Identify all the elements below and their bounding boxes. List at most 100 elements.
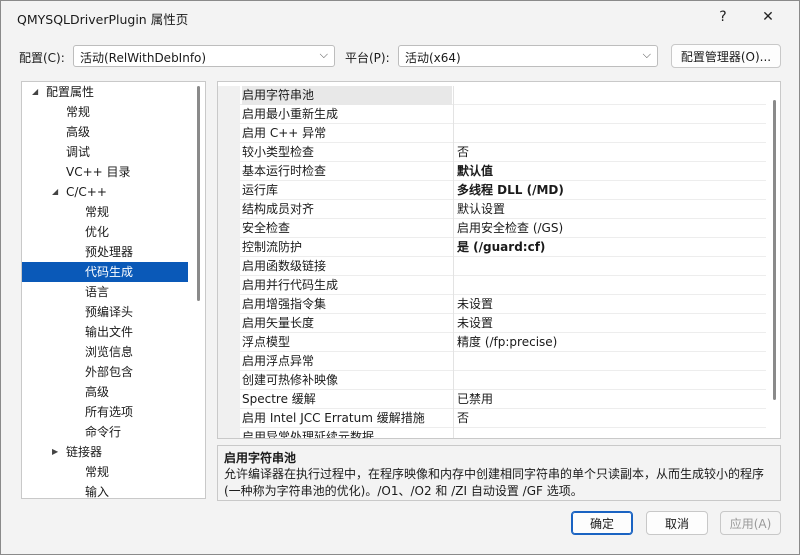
cancel-button[interactable]: 取消 bbox=[646, 511, 708, 535]
tree-item[interactable]: 高级 bbox=[22, 382, 188, 402]
property-name: 较小类型检查 bbox=[242, 145, 315, 159]
property-row[interactable]: 启用异常处理延续元数据 bbox=[218, 428, 766, 438]
tree-item[interactable]: 所有选项 bbox=[22, 402, 188, 422]
tree-item-label: 预编译头 bbox=[85, 305, 134, 319]
tree-item-label: 常规 bbox=[66, 105, 91, 119]
tree-item-label: 调试 bbox=[66, 145, 91, 159]
property-value[interactable]: 已禁用 bbox=[457, 390, 493, 409]
tree-item-label: 预处理器 bbox=[85, 245, 134, 259]
property-row[interactable]: 运行库 多线程 DLL (/MD) bbox=[218, 181, 766, 200]
apply-button[interactable]: 应用(A) bbox=[720, 511, 781, 535]
property-row[interactable]: 结构成员对齐 默认设置 bbox=[218, 200, 766, 219]
help-icon[interactable]: ? bbox=[706, 5, 740, 29]
property-row[interactable]: 启用最小重新生成 bbox=[218, 105, 766, 124]
property-value[interactable]: 是 (/guard:cf) bbox=[457, 238, 545, 257]
close-icon[interactable]: ✕ bbox=[751, 5, 785, 29]
property-row[interactable]: 启用增强指令集 未设置 bbox=[218, 295, 766, 314]
tree-item[interactable]: 输入 bbox=[22, 482, 188, 498]
tree-item-label: 命令行 bbox=[85, 425, 122, 439]
tree-item[interactable]: 高级 bbox=[22, 122, 188, 142]
property-row[interactable]: Spectre 缓解 已禁用 bbox=[218, 390, 766, 409]
config-combo[interactable]: 活动(RelWithDebInfo) ⌵ bbox=[73, 45, 335, 67]
property-name: 浮点模型 bbox=[242, 335, 291, 349]
property-pages-window: QMYSQLDriverPlugin 属性页 ? ✕ 配置(C): 活动(Rel… bbox=[0, 0, 800, 555]
property-value[interactable]: 未设置 bbox=[457, 295, 493, 314]
expand-arrow-icon[interactable]: ◢ bbox=[52, 182, 58, 202]
ok-button[interactable]: 确定 bbox=[571, 511, 633, 535]
tree-item-label: 配置属性 bbox=[46, 85, 95, 99]
property-value[interactable]: 未设置 bbox=[457, 314, 493, 333]
property-row[interactable]: 启用 C++ 异常 bbox=[218, 124, 766, 143]
window-title: QMYSQLDriverPlugin 属性页 bbox=[17, 12, 189, 27]
property-value[interactable]: 默认值 bbox=[457, 162, 493, 181]
tree-item[interactable]: ▶ 链接器 bbox=[22, 442, 188, 462]
tree-item[interactable]: 常规 bbox=[22, 202, 188, 222]
property-value[interactable]: 启用安全检查 (/GS) bbox=[457, 219, 563, 238]
property-row[interactable]: 启用矢量长度 未设置 bbox=[218, 314, 766, 333]
row-gutter bbox=[218, 143, 240, 162]
property-row[interactable]: 启用函数级链接 bbox=[218, 257, 766, 276]
tree-scrollbar[interactable] bbox=[197, 86, 200, 301]
property-row[interactable]: 创建可热修补映像 bbox=[218, 371, 766, 390]
property-row[interactable]: 启用并行代码生成 bbox=[218, 276, 766, 295]
property-name: 启用矢量长度 bbox=[242, 316, 315, 330]
tree-item[interactable]: 代码生成 bbox=[22, 262, 188, 282]
tree-item[interactable]: 预编译头 bbox=[22, 302, 188, 322]
column-divider bbox=[453, 86, 454, 105]
expand-arrow-icon[interactable]: ◢ bbox=[32, 82, 38, 102]
tree-item[interactable]: 输出文件 bbox=[22, 322, 188, 342]
tree-item[interactable]: 调试 bbox=[22, 142, 188, 162]
tree-item[interactable]: 常规 bbox=[22, 102, 188, 122]
config-label: 配置(C): bbox=[19, 51, 65, 65]
tree-item[interactable]: 命令行 bbox=[22, 422, 188, 442]
tree-item-label: 链接器 bbox=[66, 445, 103, 459]
property-row[interactable]: 安全检查 启用安全检查 (/GS) bbox=[218, 219, 766, 238]
row-gutter bbox=[218, 409, 240, 428]
property-row[interactable]: 基本运行时检查 默认值 bbox=[218, 162, 766, 181]
property-row[interactable]: 较小类型检查 否 bbox=[218, 143, 766, 162]
column-divider bbox=[453, 390, 454, 409]
property-tree: ◢ 配置属性 常规 高级 调试 VC++ 目录 ◢ C/C++ 常规 优化 预处理器 代码生成 语言 预编… bbox=[21, 81, 206, 499]
config-manager-button[interactable]: 配置管理器(O)... bbox=[671, 44, 781, 68]
property-value[interactable]: 精度 (/fp:precise) bbox=[457, 333, 557, 352]
property-row[interactable]: 启用字符串池 bbox=[218, 86, 766, 105]
property-name: Spectre 缓解 bbox=[242, 392, 316, 406]
property-name: 安全检查 bbox=[242, 221, 291, 235]
tree-item[interactable]: ◢ C/C++ bbox=[22, 182, 188, 202]
column-divider bbox=[453, 333, 454, 352]
tree-item[interactable]: 优化 bbox=[22, 222, 188, 242]
row-gutter bbox=[218, 181, 240, 200]
platform-label: 平台(P): bbox=[345, 51, 390, 65]
chevron-right-icon[interactable]: ▶ bbox=[52, 442, 58, 462]
column-divider bbox=[453, 428, 454, 438]
property-name: 创建可热修补映像 bbox=[242, 373, 339, 387]
tree-item[interactable]: ◢ 配置属性 bbox=[22, 82, 188, 102]
property-row[interactable]: 浮点模型 精度 (/fp:precise) bbox=[218, 333, 766, 352]
platform-combo[interactable]: 活动(x64) ⌵ bbox=[398, 45, 658, 67]
grid-scrollbar[interactable] bbox=[773, 100, 776, 400]
property-value[interactable]: 否 bbox=[457, 143, 469, 162]
column-divider bbox=[453, 219, 454, 238]
property-value[interactable]: 默认设置 bbox=[457, 200, 505, 219]
tree-item-label: 优化 bbox=[85, 225, 110, 239]
row-gutter bbox=[218, 257, 240, 276]
row-gutter bbox=[218, 352, 240, 371]
property-name: 启用字符串池 bbox=[242, 86, 452, 105]
description-title: 启用字符串池 bbox=[224, 451, 297, 465]
column-divider bbox=[453, 409, 454, 428]
tree-item[interactable]: 常规 bbox=[22, 462, 188, 482]
tree-item[interactable]: 语言 bbox=[22, 282, 188, 302]
tree-item[interactable]: 预处理器 bbox=[22, 242, 188, 262]
property-value[interactable]: 多线程 DLL (/MD) bbox=[457, 181, 564, 200]
column-divider bbox=[453, 181, 454, 200]
property-row[interactable]: 启用 Intel JCC Erratum 缓解措施 否 bbox=[218, 409, 766, 428]
tree-item[interactable]: VC++ 目录 bbox=[22, 162, 188, 182]
tree-item-label: 浏览信息 bbox=[85, 345, 134, 359]
tree-item[interactable]: 外部包含 bbox=[22, 362, 188, 382]
property-name: 启用增强指令集 bbox=[242, 297, 327, 311]
tree-item[interactable]: 浏览信息 bbox=[22, 342, 188, 362]
property-value[interactable]: 否 bbox=[457, 409, 469, 428]
property-row[interactable]: 启用浮点异常 bbox=[218, 352, 766, 371]
property-name: 启用 Intel JCC Erratum 缓解措施 bbox=[242, 411, 425, 425]
property-row[interactable]: 控制流防护 是 (/guard:cf) bbox=[218, 238, 766, 257]
